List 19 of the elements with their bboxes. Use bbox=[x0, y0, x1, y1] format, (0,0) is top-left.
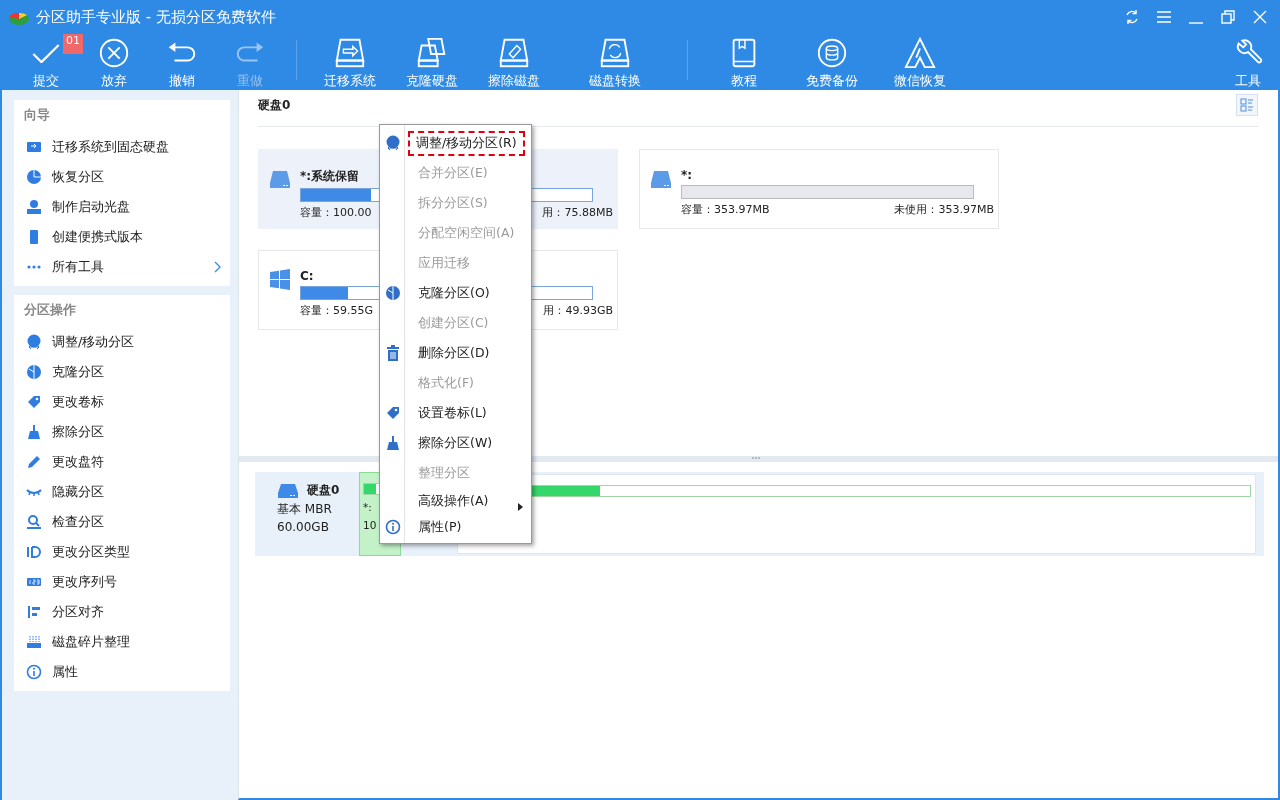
section-title: 分区操作 bbox=[23, 301, 77, 319]
partition-size: 10 bbox=[363, 519, 377, 531]
window-title: 分区助手专业版 - 无损分区免费软件 bbox=[36, 7, 277, 27]
partition-name: *:系统保留 bbox=[300, 168, 360, 185]
free-space-text: 用：49.93GB bbox=[543, 303, 613, 318]
disk-type: 基本 MBR bbox=[277, 501, 333, 518]
partition-name: *: bbox=[363, 501, 372, 513]
disk-size: 60.00GB bbox=[277, 520, 330, 534]
disk-name: 硬盘0 bbox=[307, 482, 340, 499]
free-space-text: 未使用：353.97MB bbox=[894, 202, 994, 217]
capacity-text: 容量：353.97MB bbox=[681, 202, 770, 217]
free-space-text: 用：75.88MB bbox=[542, 205, 613, 220]
capacity-text: 容量：100.00 bbox=[300, 205, 372, 220]
disk-title: 硬盘0 bbox=[258, 97, 291, 114]
partition-name: *: bbox=[681, 168, 693, 182]
count-badge: 01 bbox=[63, 34, 83, 54]
partition-name: C: bbox=[300, 269, 314, 283]
section-title: 向导 bbox=[23, 106, 51, 124]
capacity-text: 容量：59.55G bbox=[300, 303, 373, 318]
